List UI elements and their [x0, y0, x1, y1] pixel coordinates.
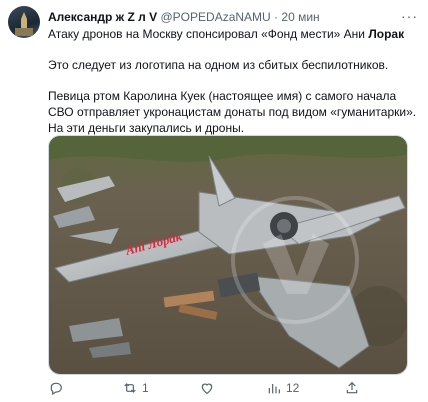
- avatar-base-shape: [15, 28, 33, 36]
- like-button[interactable]: [199, 380, 219, 396]
- retweet-icon: [124, 383, 136, 393]
- retweet-button[interactable]: 1: [122, 380, 149, 396]
- share-button[interactable]: [344, 380, 364, 396]
- reply-button[interactable]: [48, 380, 68, 396]
- retweet-count: 1: [142, 381, 149, 395]
- tweet-line-1: Атаку дронов на Москву спонсировал «Фонд…: [48, 26, 420, 42]
- author-handle[interactable]: @POPEDAzaNAMU: [161, 10, 271, 24]
- tweet-time[interactable]: 20 мин: [281, 10, 319, 24]
- views-icon: [268, 384, 280, 394]
- reply-icon: [50, 382, 62, 396]
- drone-wreck-image: Ani Лорак: [49, 136, 407, 374]
- like-icon: [201, 383, 213, 395]
- more-dots-icon[interactable]: ···: [401, 8, 418, 24]
- avatar[interactable]: [8, 6, 40, 38]
- views-button[interactable]: 12: [266, 380, 299, 396]
- share-icon: [346, 381, 358, 394]
- views-count: 12: [286, 381, 300, 395]
- tweet-paragraph-2: Это следует из логотипа на одном из сбит…: [48, 58, 389, 72]
- author-name[interactable]: Александр ж Z л V: [48, 10, 157, 24]
- tweet-photo[interactable]: Ani Лорак: [48, 135, 408, 375]
- tweet-line-1-text: Атаку дронов на Москву спонсировал «Фонд…: [48, 27, 369, 41]
- action-bar: 1 12: [48, 380, 408, 400]
- tweet-line-1-bold: Лорак: [368, 27, 405, 41]
- tweet-header: Александр ж Z л V @POPEDAzaNAMU · 20 мин: [48, 10, 320, 24]
- separator-dot: ·: [274, 10, 279, 24]
- tweet-paragraph-3: Певица ртом Каролина Куек (настоящее имя…: [48, 89, 417, 135]
